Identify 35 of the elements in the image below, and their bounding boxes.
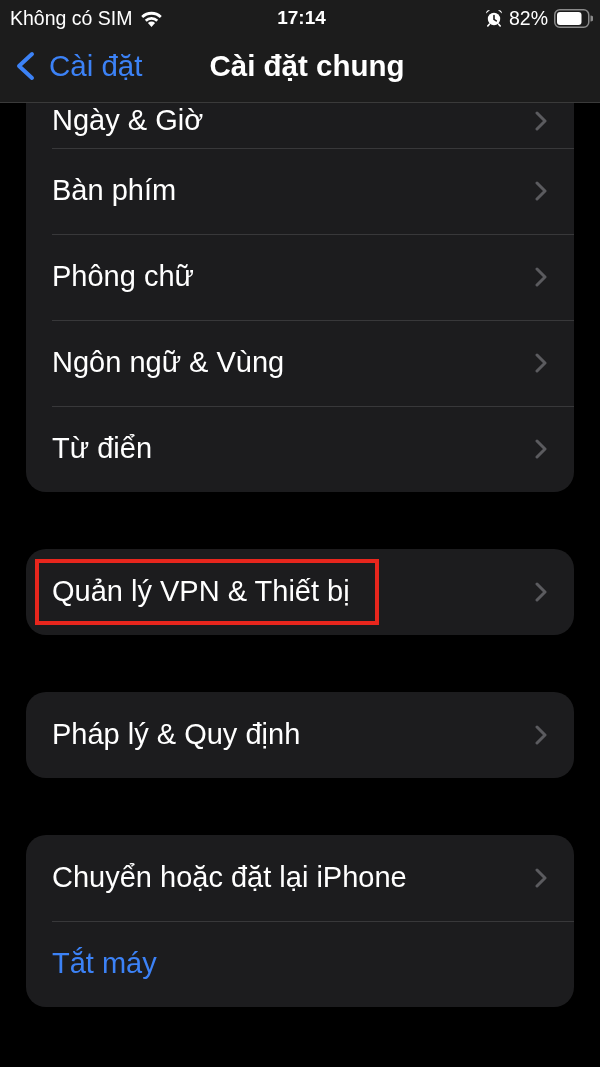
back-button[interactable]: Cài đặt <box>14 49 143 83</box>
row-label: Ngày & Giờ <box>52 103 204 137</box>
settings-row[interactable]: Bàn phím <box>26 148 574 234</box>
row-label: Bàn phím <box>52 174 177 208</box>
chevron-icon <box>535 868 547 888</box>
battery-icon <box>554 8 593 28</box>
row-label: Từ điển <box>52 432 152 466</box>
chevron-icon <box>535 439 547 459</box>
status-time: 17:14 <box>277 7 326 29</box>
back-chevron-icon <box>14 51 36 81</box>
alarm-clock-icon <box>484 9 503 27</box>
settings-row[interactable]: Phông chữ <box>26 234 574 320</box>
row-label: Pháp lý & Quy định <box>52 718 301 752</box>
settings-row[interactable]: Ngày & Giờ <box>26 103 574 148</box>
chevron-icon <box>535 181 547 201</box>
settings-row[interactable]: Ngôn ngữ & Vùng <box>26 320 574 406</box>
chevron-icon <box>535 267 547 287</box>
carrier-text: Không có SIM <box>10 6 133 30</box>
chevron-icon <box>535 725 547 745</box>
row-label: Tắt máy <box>52 947 157 981</box>
row-label: Ngôn ngữ & Vùng <box>52 346 285 380</box>
wifi-icon <box>140 9 164 27</box>
settings-row[interactable]: Pháp lý & Quy định <box>26 692 574 778</box>
row-label: Phông chữ <box>52 260 194 294</box>
settings-row[interactable]: Quản lý VPN & Thiết bị <box>26 549 574 635</box>
row-label: Chuyển hoặc đặt lại iPhone <box>52 861 407 895</box>
chevron-icon <box>535 111 547 131</box>
settings-row[interactable]: Từ điển <box>26 406 574 492</box>
battery-percent: 82% <box>508 6 548 30</box>
chevron-icon <box>535 582 547 602</box>
row-label: Quản lý VPN & Thiết bị <box>52 575 350 609</box>
page-title: Cài đặt chung <box>209 49 405 83</box>
chevron-icon <box>535 353 547 373</box>
settings-row[interactable]: Chuyển hoặc đặt lại iPhone <box>26 835 574 921</box>
settings-row[interactable]: Tắt máy <box>26 921 574 1007</box>
